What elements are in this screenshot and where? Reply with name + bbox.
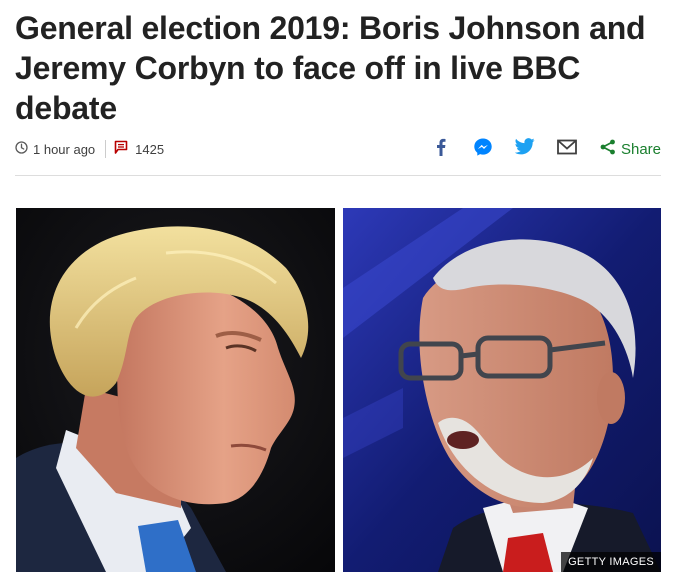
facebook-share-button[interactable] xyxy=(430,138,452,160)
image-credit: GETTY IMAGES xyxy=(561,552,661,572)
comments-count: 1425 xyxy=(135,141,165,157)
share-tools: Share xyxy=(410,138,661,160)
share-button[interactable]: Share xyxy=(600,139,661,159)
twitter-icon xyxy=(514,138,535,160)
share-label: Share xyxy=(620,140,661,158)
article-headline: General election 2019: Boris Johnson and… xyxy=(15,10,646,126)
share-icon xyxy=(600,139,616,159)
jeremy-corbyn-photo: GETTY IMAGES xyxy=(343,208,661,572)
boris-johnson-photo xyxy=(16,208,335,572)
meta-divider-line xyxy=(15,175,661,176)
clock-icon xyxy=(15,141,28,157)
meta-divider xyxy=(105,140,107,158)
timestamp: 1 hour ago xyxy=(33,141,96,157)
twitter-share-button[interactable] xyxy=(514,138,536,160)
messenger-share-button[interactable] xyxy=(472,138,494,160)
article-meta-bar: 1 hour ago 1425 Share xyxy=(15,131,661,167)
messenger-icon xyxy=(473,137,493,162)
comments-link[interactable]: 1425 xyxy=(114,140,164,158)
facebook-icon xyxy=(436,138,446,161)
comments-icon xyxy=(114,140,128,158)
email-share-button[interactable] xyxy=(556,138,578,160)
email-icon xyxy=(557,139,577,160)
timestamp-group: 1 hour ago xyxy=(15,141,95,157)
